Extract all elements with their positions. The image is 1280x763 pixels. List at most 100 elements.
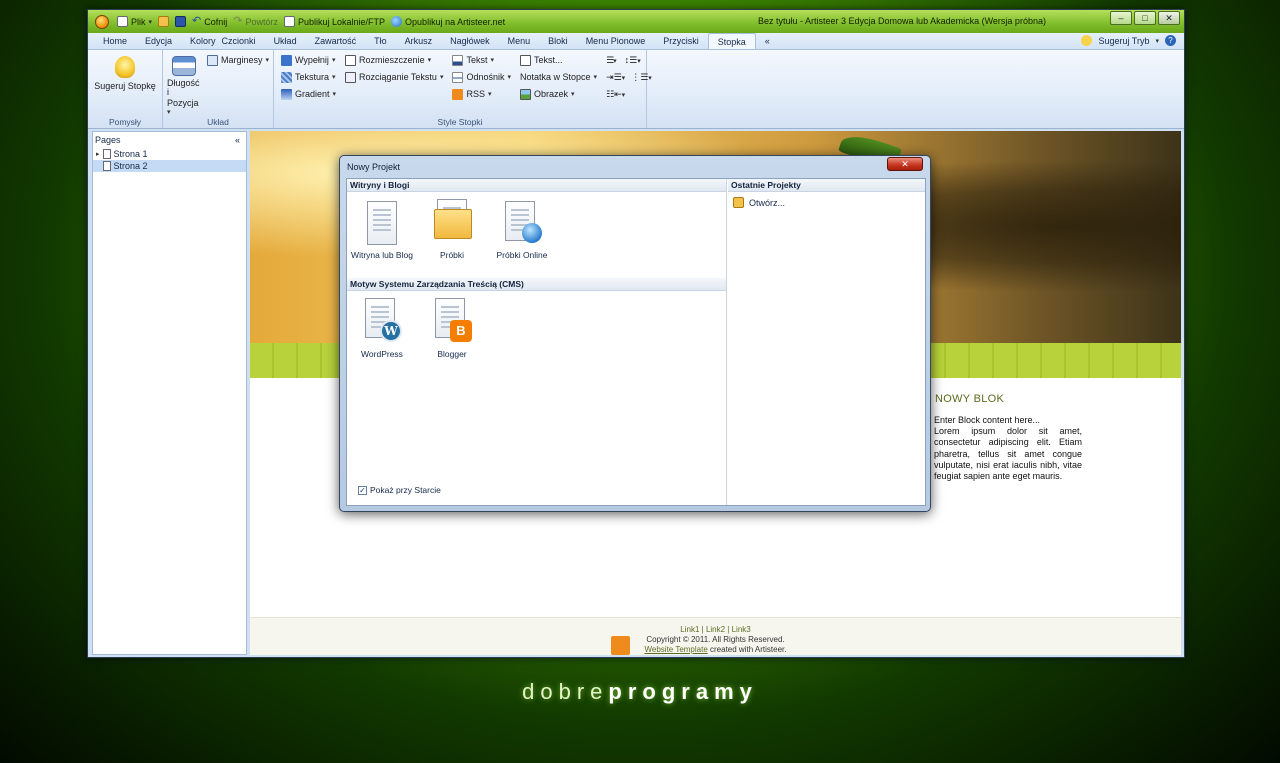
- blogger-label: Blogger: [437, 349, 467, 359]
- suggest-footer-button[interactable]: Sugeruj Stopkę: [92, 54, 158, 91]
- window-controls: – □ ✕: [1110, 11, 1180, 25]
- tab-edycja[interactable]: Edycja: [136, 33, 181, 49]
- online-samples-pic: [502, 199, 542, 245]
- save-icon[interactable]: [175, 16, 187, 27]
- blogger-item[interactable]: B Blogger: [417, 298, 487, 359]
- window-title: Bez tytułu - Artisteer 3 Edycja Domowa l…: [758, 16, 1046, 26]
- app-orb-icon[interactable]: [95, 14, 109, 29]
- image-button[interactable]: Obrazek ▾: [520, 88, 597, 100]
- rss-button[interactable]: RSS ▾: [452, 88, 511, 100]
- block-text: Lorem ipsum dolor sit amet, consectetur …: [934, 426, 1082, 482]
- tab-przyciski[interactable]: Przyciski: [654, 33, 708, 49]
- close-window-button[interactable]: ✕: [1158, 11, 1180, 25]
- fill-button[interactable]: Wypełnij ▾: [281, 54, 336, 66]
- list-spacing-row: ☰▾ ↕☰▾: [606, 54, 652, 66]
- gradient-button[interactable]: Gradient ▾: [281, 88, 336, 100]
- page-item-strona-2[interactable]: ▸ Strona 2: [93, 160, 246, 172]
- site-or-blog-item[interactable]: Witryna lub Blog: [347, 199, 417, 260]
- publish-local-button[interactable]: Publikuj Lokalnie/FTP: [284, 16, 385, 27]
- style-col-1: Wypełnij ▾ Tekstura ▾ Gradient ▾: [281, 54, 336, 116]
- tab-menu-pionowe[interactable]: Menu Pionowe: [577, 33, 655, 49]
- dropdown-arrow-icon: ▾: [507, 74, 511, 81]
- globe-icon: [522, 223, 542, 243]
- style-col-5: ☰▾ ↕☰▾ ⇥☰▾ ⋮☰▾ ☷⇤▾: [606, 54, 652, 116]
- footer-copyright: Copyright © 2011. All Rights Reserved.: [646, 635, 785, 644]
- publish-online-button[interactable]: Opublikuj na Artisteer.net: [391, 16, 505, 27]
- group-label-ideas: Pomysły: [108, 117, 142, 127]
- tab-home[interactable]: Home: [94, 33, 136, 49]
- section-sites: Witryny i Blogi: [347, 179, 726, 192]
- length-position-button[interactable]: Długość i Pozycja ▾: [167, 54, 201, 116]
- rss-icon[interactable]: [611, 636, 630, 655]
- page-icon: [102, 161, 111, 171]
- tab-zawartosc[interactable]: Zawartość: [306, 33, 366, 49]
- file-menu-button[interactable]: Plik ▾: [117, 16, 152, 27]
- open-project-link[interactable]: Otwórz...: [728, 192, 925, 213]
- bullet-list-icon[interactable]: ☰▾: [606, 55, 616, 66]
- page-item-strona-1[interactable]: ▸ Strona 1: [93, 148, 246, 160]
- dropdown-arrow-icon: ▾: [265, 57, 269, 64]
- maximize-button[interactable]: □: [1134, 11, 1156, 25]
- samples-pic: [432, 199, 472, 245]
- checkbox-icon[interactable]: ✓: [358, 485, 367, 495]
- dropdown-arrow-icon: ▾: [331, 57, 336, 64]
- tab-czcionki[interactable]: Czcionki: [219, 33, 265, 49]
- dropdown-arrow-icon: ▾: [593, 74, 598, 81]
- indent-icon[interactable]: ⇥☰▾: [606, 72, 625, 83]
- expand-arrow-icon[interactable]: ▸: [96, 150, 100, 158]
- footer-link-2[interactable]: Link2: [706, 625, 725, 634]
- publish-icon: [284, 16, 295, 27]
- link-button[interactable]: Odnośnik ▾: [452, 71, 511, 83]
- dropdown-arrow-icon: ▾: [1155, 37, 1159, 45]
- footer-note-button[interactable]: Notatka w Stopce ▾: [520, 71, 597, 83]
- new-file-icon: [117, 16, 128, 27]
- open-folder-icon[interactable]: [158, 16, 170, 27]
- tab-tlo[interactable]: Tło: [365, 33, 396, 49]
- globe-icon: [391, 16, 403, 27]
- show-on-start-label: Pokaż przy Starcie: [370, 485, 441, 495]
- dialog-title: Nowy Projekt: [347, 162, 401, 172]
- dialog-close-button[interactable]: ✕: [887, 157, 923, 171]
- align-icon[interactable]: ☷⇤▾: [606, 89, 625, 100]
- folder-icon: [434, 209, 472, 239]
- show-on-start-checkbox[interactable]: ✓ Pokaż przy Starcie: [358, 485, 441, 495]
- dropdown-arrow-icon: ▾: [621, 91, 626, 99]
- help-icon[interactable]: ?: [1165, 35, 1176, 46]
- tab-bloki[interactable]: Bloki: [539, 33, 577, 49]
- stretch-text-button[interactable]: Rozciąganie Tekstu ▾: [345, 71, 443, 83]
- tabs-collapse-button[interactable]: «: [756, 33, 779, 49]
- indent-row: ⇥☰▾ ⋮☰▾: [606, 71, 652, 83]
- margins-button[interactable]: Marginesy ▾: [206, 54, 269, 66]
- footer-link-1[interactable]: Link1: [680, 625, 699, 634]
- tab-kolory[interactable]: Kolory: [181, 33, 219, 49]
- samples-label: Próbki: [439, 250, 465, 260]
- pages-collapse-button[interactable]: «: [235, 135, 240, 145]
- samples-item[interactable]: Próbki: [417, 199, 487, 260]
- stretch-icon: [345, 71, 357, 83]
- online-samples-item[interactable]: Próbki Online: [487, 199, 557, 260]
- line-spacing-icon[interactable]: ↕☰▾: [625, 55, 641, 66]
- block-intro: Enter Block content here...: [934, 415, 1041, 425]
- wordpress-item[interactable]: W WordPress: [347, 298, 417, 359]
- footer-link-3[interactable]: Link3: [732, 625, 751, 634]
- templates-pane: Witryny i Blogi Witryna lub Blog Próbki: [347, 179, 727, 505]
- length-position-label-2: Pozycja ▾: [167, 98, 199, 117]
- tab-arkusz[interactable]: Arkusz: [396, 33, 442, 49]
- spacing-grid-icon[interactable]: ⋮☰▾: [631, 72, 652, 83]
- group-layout: Długość i Pozycja ▾ Marginesy ▾ Układ: [163, 50, 274, 128]
- tab-uklad[interactable]: Układ: [265, 33, 306, 49]
- website-template-link[interactable]: Website Template: [644, 645, 707, 654]
- tab-naglowek[interactable]: Nagłówek: [441, 33, 499, 49]
- redo-button[interactable]: ↷ Powtórz: [233, 16, 278, 27]
- text-button[interactable]: Tekst ▾: [452, 54, 511, 66]
- suggest-mode[interactable]: Sugeruj Tryb ▾ ?: [1081, 35, 1176, 46]
- dropdown-arrow-icon: ▾: [332, 91, 337, 98]
- undo-button[interactable]: ↶ Cofnij: [192, 16, 227, 27]
- tab-menu[interactable]: Menu: [499, 33, 540, 49]
- text-more-button[interactable]: Tekst...: [520, 54, 597, 66]
- texture-button[interactable]: Tekstura ▾: [281, 71, 336, 83]
- tab-stopka[interactable]: Stopka: [707, 33, 756, 49]
- dropdown-arrow-icon: ▾: [427, 57, 432, 64]
- placement-button[interactable]: Rozmieszczenie ▾: [345, 54, 443, 66]
- minimize-button[interactable]: –: [1110, 11, 1132, 25]
